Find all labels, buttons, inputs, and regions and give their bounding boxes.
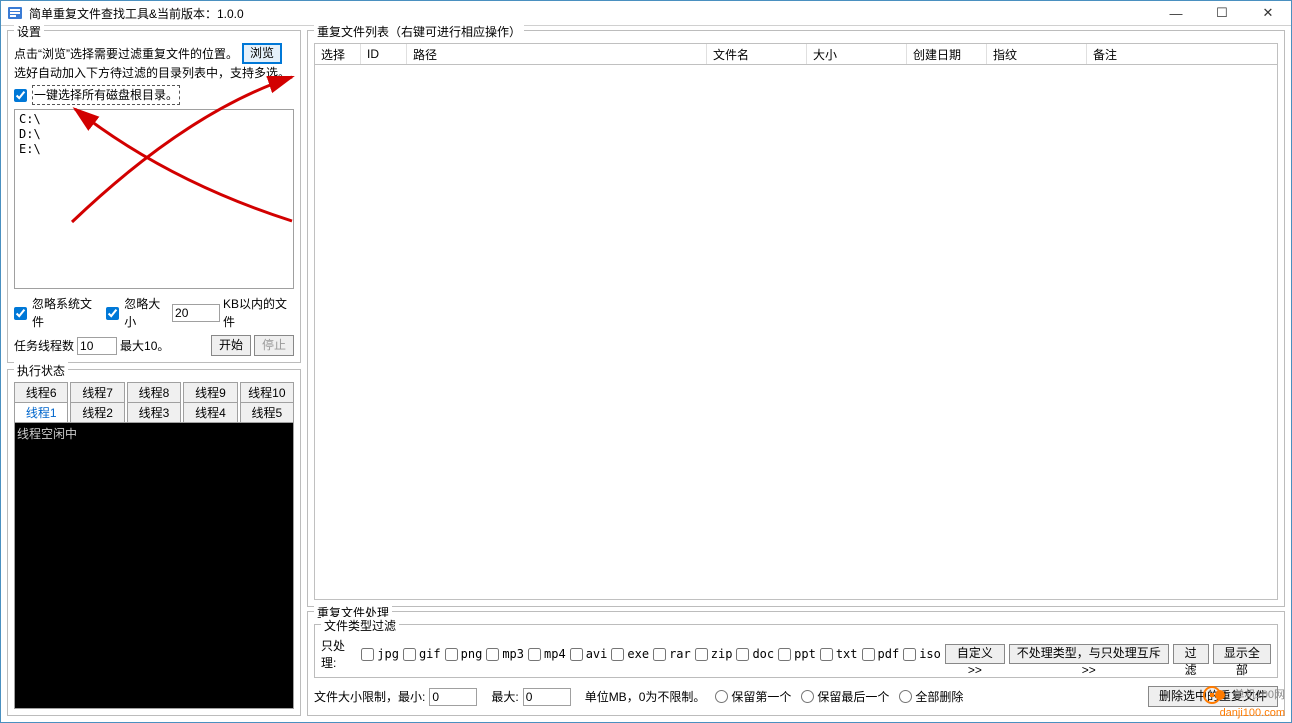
path-list[interactable]: C:\ D:\ E:\ — [14, 109, 294, 289]
show-all-button[interactable]: 显示全部 — [1213, 644, 1271, 664]
ignore-size-checkbox[interactable] — [106, 307, 119, 320]
type-png: png — [445, 647, 483, 661]
table-body[interactable] — [314, 65, 1278, 600]
thread-console: 线程空闲中 — [14, 422, 294, 709]
only-label: 只处理: — [321, 637, 357, 671]
size-min-input[interactable] — [429, 688, 477, 706]
tab-thread-1[interactable]: 线程1 — [14, 402, 68, 422]
start-button[interactable]: 开始 — [211, 335, 251, 356]
stop-button: 停止 — [254, 335, 294, 356]
tab-thread-7[interactable]: 线程7 — [70, 382, 124, 402]
type-exe: exe — [611, 647, 649, 661]
close-button[interactable]: ✕ — [1245, 1, 1291, 25]
col-id[interactable]: ID — [361, 44, 407, 64]
size-max-label: 最大: — [491, 688, 518, 705]
minimize-button[interactable]: — — [1153, 1, 1199, 25]
type-ppt: ppt — [778, 647, 816, 661]
tab-thread-2[interactable]: 线程2 — [70, 402, 124, 422]
type-mp3: mp3 — [486, 647, 524, 661]
delete-selected-button[interactable]: 删除选中的重复文件 — [1148, 686, 1278, 707]
type-doc: doc — [736, 647, 774, 661]
col-note[interactable]: 备注 — [1087, 44, 1277, 64]
settings-hint-2: 选好自动加入下方待过滤的目录列表中，支持多选。 — [14, 64, 294, 82]
threads-label: 任务线程数 — [14, 337, 74, 355]
filter-group-title: 文件类型过滤 — [321, 617, 399, 634]
list-group-title: 重复文件列表（右键可进行相应操作） — [314, 23, 524, 40]
size-min-label: 文件大小限制，最小: — [314, 688, 425, 705]
settings-hint-1: 点击“浏览”选择需要过滤重复文件的位置。 — [14, 45, 238, 63]
ignore-sys-label: 忽略系统文件 — [32, 295, 99, 331]
tab-thread-4[interactable]: 线程4 — [183, 402, 237, 422]
table-header: 选择 ID 路径 文件名 大小 创建日期 指纹 备注 — [314, 43, 1278, 65]
type-avi: avi — [570, 647, 608, 661]
ignore-size-label: 忽略大小 — [124, 295, 169, 331]
exec-group-title: 执行状态 — [14, 362, 68, 379]
delete-all-radio[interactable] — [899, 690, 912, 703]
col-size[interactable]: 大小 — [807, 44, 907, 64]
tab-thread-5[interactable]: 线程5 — [240, 402, 294, 422]
type-mp4: mp4 — [528, 647, 566, 661]
type-pdf: pdf — [862, 647, 900, 661]
col-path[interactable]: 路径 — [407, 44, 707, 64]
tab-thread-8[interactable]: 线程8 — [127, 382, 181, 402]
select-all-disks-checkbox[interactable] — [14, 89, 27, 102]
tab-thread-9[interactable]: 线程9 — [183, 382, 237, 402]
tab-thread-10[interactable]: 线程10 — [240, 382, 294, 402]
app-icon — [7, 5, 23, 21]
tab-thread-6[interactable]: 线程6 — [14, 382, 68, 402]
type-gif: gif — [403, 647, 441, 661]
tab-thread-3[interactable]: 线程3 — [127, 402, 181, 422]
col-name[interactable]: 文件名 — [707, 44, 807, 64]
maximize-button[interactable]: ☐ — [1199, 1, 1245, 25]
threads-input[interactable] — [77, 337, 117, 355]
browse-button[interactable]: 浏览 — [242, 43, 282, 64]
type-txt: txt — [820, 647, 858, 661]
col-hash[interactable]: 指纹 — [987, 44, 1087, 64]
col-select[interactable]: 选择 — [315, 44, 361, 64]
filter-button[interactable]: 过滤 — [1173, 644, 1209, 664]
type-rar: rar — [653, 647, 691, 661]
threads-suffix: 最大10。 — [120, 337, 169, 355]
ignore-size-input[interactable] — [172, 304, 220, 322]
ignore-size-suffix: KB以内的文件 — [223, 295, 294, 331]
ignore-sys-checkbox[interactable] — [14, 307, 27, 320]
col-date[interactable]: 创建日期 — [907, 44, 987, 64]
settings-group-title: 设置 — [14, 23, 44, 40]
select-all-disks-label: 一键选择所有磁盘根目录。 — [32, 85, 180, 105]
custom-types-button[interactable]: 自定义>> — [945, 644, 1005, 664]
size-max-input[interactable] — [523, 688, 571, 706]
type-iso: iso — [903, 647, 941, 661]
keep-first-radio[interactable] — [715, 690, 728, 703]
size-unit-label: 单位MB，0为不限制。 — [585, 688, 706, 705]
type-jpg: jpg — [361, 647, 399, 661]
type-zip: zip — [695, 647, 733, 661]
exclude-types-button[interactable]: 不处理类型，与只处理互斥>> — [1009, 644, 1169, 664]
keep-last-radio[interactable] — [801, 690, 814, 703]
window-title: 简单重复文件查找工具&当前版本：1.0.0 — [29, 5, 1153, 22]
